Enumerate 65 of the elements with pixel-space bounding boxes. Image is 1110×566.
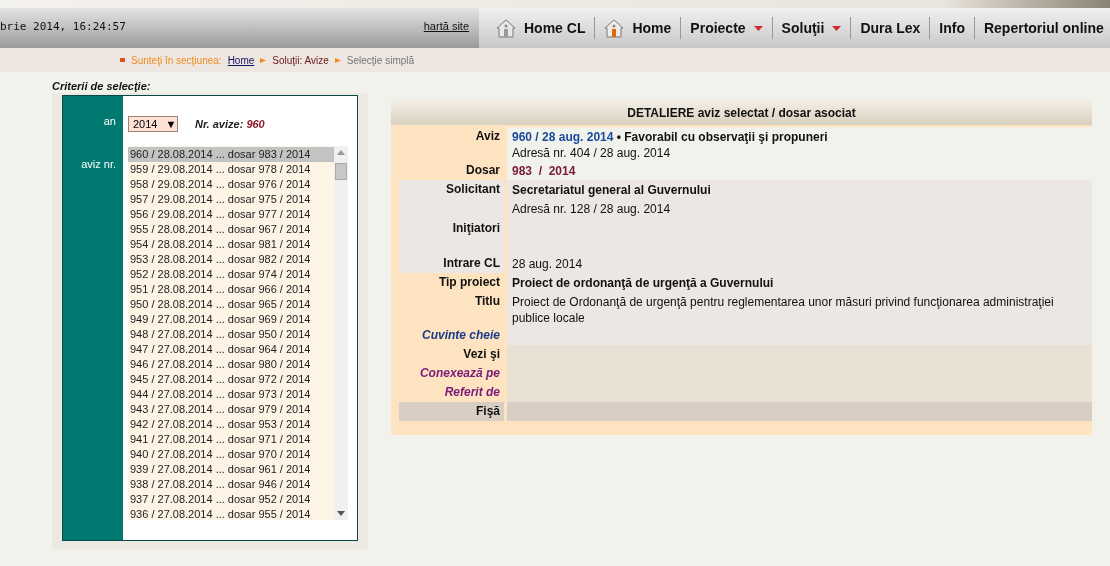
list-option[interactable]: 941 / 27.08.2014 ... dosar 971 / 2014 xyxy=(128,432,334,447)
field-label: Solicitant xyxy=(399,180,504,199)
breadcrumb-item[interactable]: Home xyxy=(227,54,255,66)
list-option[interactable]: 960 / 28.08.2014 ... dosar 983 / 2014 xyxy=(128,147,334,162)
list-option[interactable]: 959 / 29.08.2014 ... dosar 978 / 2014 xyxy=(128,162,334,177)
scrollbar[interactable] xyxy=(334,146,348,520)
criteria-title: Criterii de selecţie: xyxy=(52,80,152,93)
details-title: DETALIERE aviz selectat / dosar asociat xyxy=(391,100,1092,125)
nav-item[interactable]: Home xyxy=(594,17,681,39)
list-option[interactable]: 952 / 28.08.2014 ... dosar 974 / 2014 xyxy=(128,267,334,282)
aviz-listbox[interactable] xyxy=(128,146,348,520)
list-option[interactable]: 945 / 27.08.2014 ... dosar 972 / 2014 xyxy=(128,372,334,387)
scroll-down-icon[interactable] xyxy=(337,511,345,516)
house-icon xyxy=(496,18,516,38)
field-value: Adresă nr. 128 / 28 aug. 2014 xyxy=(507,199,1092,254)
list-option[interactable]: 937 / 27.08.2014 ... dosar 952 / 2014 xyxy=(128,492,334,507)
list-option[interactable]: 938 / 27.08.2014 ... dosar 946 / 2014 xyxy=(128,477,334,492)
date-time: brie 2014, 16:24:57 xyxy=(0,20,127,33)
chevron-icon xyxy=(260,57,267,63)
field-value: Proiect de Ordonanţă de urgenţă pentru reglementarea unor măsuri privind funcţionarea administraţiei publice locale xyxy=(507,292,1092,326)
field-value: Proiect de ordonanţă de urgenţă a Guvernului xyxy=(507,273,1092,292)
bullet-icon xyxy=(120,58,125,62)
house-icon xyxy=(604,18,625,38)
list-option[interactable]: 942 / 27.08.2014 ... dosar 953 / 2014 xyxy=(128,417,334,432)
list-option[interactable]: 958 / 29.08.2014 ... dosar 976 / 2014 xyxy=(128,177,334,192)
field-label: Iniţiatori xyxy=(399,199,504,254)
list-option[interactable]: 953 / 28.08.2014 ... dosar 982 / 2014 xyxy=(128,252,334,267)
list-option[interactable]: 956 / 29.08.2014 ... dosar 977 / 2014 xyxy=(128,207,334,222)
chevron-icon xyxy=(334,57,341,63)
list-option[interactable]: 940 / 27.08.2014 ... dosar 970 / 2014 xyxy=(128,447,334,462)
list-option[interactable]: 948 / 27.08.2014 ... dosar 950 / 2014 xyxy=(128,327,334,342)
field-value: Secretariatul general al Guvernului xyxy=(507,180,1092,199)
list-option[interactable]: 955 / 28.08.2014 ... dosar 967 / 2014 xyxy=(128,222,334,237)
year-select[interactable]: 2014 ▼ xyxy=(128,116,178,132)
list-option[interactable]: 939 / 27.08.2014 ... dosar 961 / 2014 xyxy=(128,462,334,477)
breadcrumb-item[interactable]: Soluţii: Avize xyxy=(272,54,329,66)
count-text: Nr. avize: 960 xyxy=(195,118,265,130)
nav-item[interactable]: Dura Lex xyxy=(850,17,930,39)
nav-item[interactable]: Proiecte xyxy=(680,17,772,39)
list-option[interactable]: 951 / 28.08.2014 ... dosar 966 / 2014 xyxy=(128,282,334,297)
list-option[interactable]: 949 / 27.08.2014 ... dosar 969 / 2014 xyxy=(128,312,334,327)
breadcrumb-prefix: Sunteţi în secţiunea: xyxy=(131,54,222,66)
list-option[interactable]: 944 / 27.08.2014 ... dosar 973 / 2014 xyxy=(128,387,334,402)
field-label: Intrare CL xyxy=(399,254,504,273)
year-label: an xyxy=(103,115,116,127)
nav-item[interactable]: Repertoriul online xyxy=(973,17,1110,39)
breadcrumb-item[interactable]: Selecţie simplă xyxy=(346,54,415,66)
list-option[interactable]: 950 / 28.08.2014 ... dosar 965 / 2014 xyxy=(128,297,334,312)
scroll-thumb[interactable] xyxy=(335,163,347,180)
field-value: 28 aug. 2014 xyxy=(507,254,1092,273)
nav-item[interactable]: Info xyxy=(929,17,974,39)
nav-item[interactable]: Soluţii xyxy=(771,17,851,39)
list-option[interactable]: 936 / 27.08.2014 ... dosar 955 / 2014 xyxy=(128,507,334,522)
scroll-up-icon[interactable] xyxy=(337,150,345,155)
list-option[interactable]: 943 / 27.08.2014 ... dosar 979 / 2014 xyxy=(128,402,334,417)
list-label: aviz nr. xyxy=(81,158,116,170)
list-option[interactable]: 946 / 27.08.2014 ... dosar 980 / 2014 xyxy=(128,357,334,372)
sitemap-link[interactable]: hartă site xyxy=(423,20,469,32)
field-label: Fişă xyxy=(399,402,504,421)
nav-item[interactable]: Home CL xyxy=(487,17,595,39)
field-value: 960 / 28 aug. 2014 • Favorabil cu observaţii şi propuneri Adresă nr. 404 / 28 aug. 2014 xyxy=(507,127,1092,161)
field-value: 983 / 2014 xyxy=(507,161,1092,180)
list-option[interactable]: 947 / 27.08.2014 ... dosar 964 / 2014 xyxy=(128,342,334,357)
list-option[interactable]: 954 / 28.08.2014 ... dosar 981 / 2014 xyxy=(128,237,334,252)
list-option[interactable]: 957 / 29.08.2014 ... dosar 975 / 2014 xyxy=(128,192,334,207)
